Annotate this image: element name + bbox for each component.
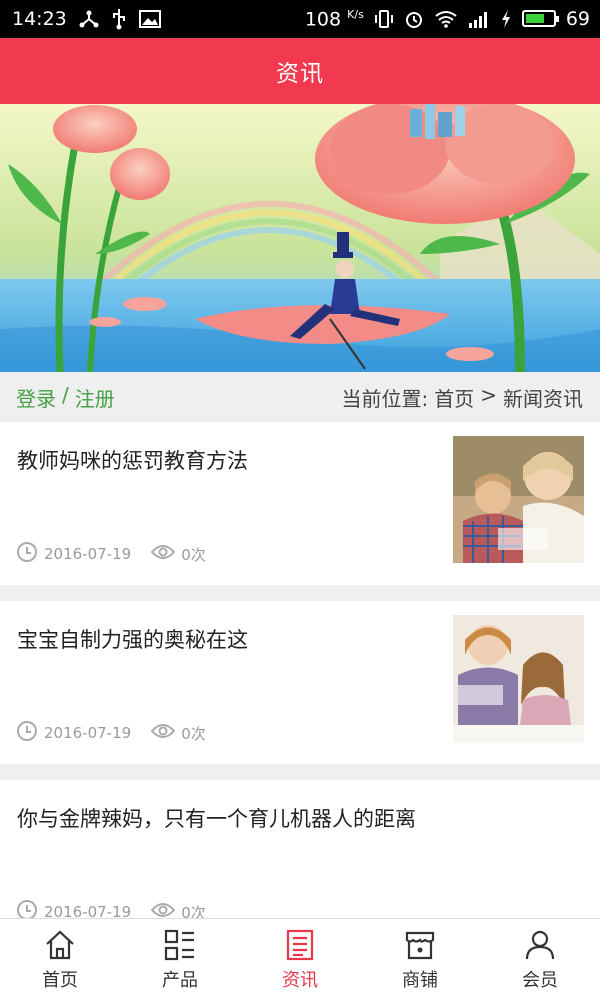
bottom-tab-bar: 首页 产品 资讯 商铺 会员 xyxy=(0,918,600,1000)
register-link[interactable]: 注册 xyxy=(75,383,115,412)
status-right: 108 K/s 69 xyxy=(305,8,590,30)
tab-home[interactable]: 首页 xyxy=(0,919,120,1000)
tab-member[interactable]: 会员 xyxy=(480,919,600,1000)
breadcrumb-home[interactable]: 首页 xyxy=(434,383,474,412)
shop-icon xyxy=(405,931,435,959)
location-label: 当前位置: xyxy=(341,386,429,411)
usb-icon xyxy=(111,8,127,30)
status-bar: 14:23 108 K/s 69 xyxy=(0,0,600,38)
tab-label: 会员 xyxy=(522,969,558,991)
product-grid-icon xyxy=(164,929,194,960)
share-icon xyxy=(79,9,99,29)
status-left: 14:23 xyxy=(12,8,161,30)
eye-icon xyxy=(150,723,176,743)
news-title[interactable]: 宝宝自制力强的奥秘在这 xyxy=(17,625,417,655)
tab-products[interactable]: 产品 xyxy=(120,919,240,1000)
news-thumbnail[interactable] xyxy=(453,436,584,563)
battery-icon xyxy=(521,10,559,28)
news-views: 0次 xyxy=(181,724,206,743)
battery-level xyxy=(525,14,544,24)
news-document-icon xyxy=(286,929,314,960)
clock-icon xyxy=(16,720,38,746)
net-speed: 108 K/s xyxy=(304,7,364,31)
signal-icon xyxy=(468,10,490,28)
news-title[interactable]: 你与金牌辣妈，只有一个育儿机器人的距离 xyxy=(17,804,417,834)
news-meta: 2016-07-19 0次 xyxy=(16,720,206,746)
page-title: 资讯 xyxy=(276,61,324,87)
news-item[interactable]: 宝宝自制力强的奥秘在这 2016-07-19 0次 xyxy=(0,601,600,764)
tab-label: 首页 xyxy=(42,969,78,991)
home-icon xyxy=(46,930,74,959)
clock-icon xyxy=(16,541,38,567)
breadcrumb-current: 新闻资讯 xyxy=(503,386,583,411)
app-header: 资讯 xyxy=(0,38,600,104)
vibrate-icon xyxy=(374,9,394,29)
news-views: 0次 xyxy=(181,545,206,564)
image-icon xyxy=(138,10,161,28)
news-date: 2016-07-19 xyxy=(44,545,132,563)
breadcrumb-bar: 登录 / 注册 当前位置: 首页 > 新闻资讯 xyxy=(0,372,600,422)
tab-label: 资讯 xyxy=(282,969,318,991)
auth-separator: / xyxy=(62,382,69,407)
alarm-icon xyxy=(404,9,424,29)
charging-icon xyxy=(500,9,512,29)
news-meta: 2016-07-19 0次 xyxy=(16,541,206,567)
news-date: 2016-07-19 xyxy=(44,724,132,742)
status-time: 14:23 xyxy=(12,8,67,30)
login-link[interactable]: 登录 xyxy=(16,383,56,412)
battery-percent: 69 xyxy=(565,7,590,30)
tab-news[interactable]: 资讯 xyxy=(240,919,360,1000)
news-title[interactable]: 教师妈咪的惩罚教育方法 xyxy=(17,446,417,476)
eye-icon xyxy=(150,544,176,564)
news-thumbnail[interactable] xyxy=(453,615,584,742)
member-icon xyxy=(525,930,555,959)
auth-links: 登录 / 注册 xyxy=(16,383,115,412)
breadcrumb-arrow: > xyxy=(480,382,497,407)
wifi-icon xyxy=(434,10,458,28)
banner-image[interactable] xyxy=(0,104,600,372)
news-item[interactable]: 教师妈咪的惩罚教育方法 2016-07-19 0次 xyxy=(0,422,600,585)
breadcrumb: 当前位置: 首页 > 新闻资讯 xyxy=(341,383,583,412)
tab-label: 产品 xyxy=(162,969,198,991)
tab-label: 商铺 xyxy=(402,969,438,991)
tab-shop[interactable]: 商铺 xyxy=(360,919,480,1000)
